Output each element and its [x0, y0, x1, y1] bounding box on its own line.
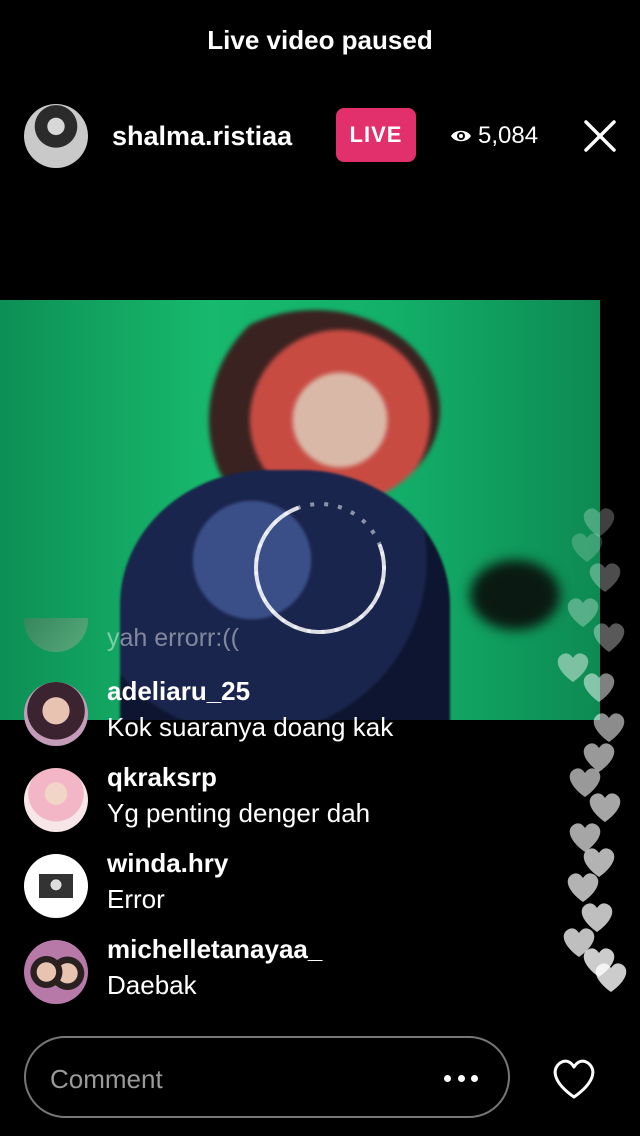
comment-item: qkraksrp Yg penting denger dah — [0, 762, 560, 842]
comment-text: Kok suaranya doang kak — [107, 712, 394, 742]
more-dot — [457, 1074, 465, 1082]
comment-username[interactable]: qkraksrp — [107, 762, 217, 793]
faded-comment-text: yah errorr:(( — [107, 624, 239, 652]
status-banner: Live video paused — [0, 0, 640, 80]
close-icon[interactable] — [580, 116, 620, 156]
comment-text: Error — [107, 884, 165, 914]
host-avatar[interactable] — [24, 104, 88, 168]
more-dot — [471, 1074, 478, 1082]
viewer-count-value: 5,084 — [478, 122, 539, 149]
more-dot — [444, 1074, 451, 1082]
comment-item: winda.hry Error — [0, 848, 560, 928]
eye-icon — [451, 130, 471, 142]
heart-icon — [567, 873, 599, 902]
more-horizontal-icon[interactable] — [444, 1066, 478, 1090]
heart-icon — [589, 563, 621, 592]
comment-username[interactable]: adeliaru_25 — [107, 676, 250, 707]
heart-icon — [593, 623, 625, 652]
comment-text: Yg penting denger dah — [107, 798, 371, 828]
heart-icon — [571, 533, 603, 562]
faded-comment: yah errorr:(( — [0, 610, 560, 660]
comment-username[interactable]: winda.hry — [107, 848, 228, 879]
host-username[interactable]: shalma.ristiaa — [112, 100, 292, 172]
live-badge: LIVE — [336, 108, 416, 162]
comment-text: Daebak — [107, 970, 197, 1000]
comment-avatar[interactable] — [24, 682, 88, 746]
comment-item: adeliaru_25 Kok suaranya doang kak — [0, 676, 560, 756]
comment-item: michelletanayaa_ Daebak — [0, 934, 560, 1014]
heart-icon — [589, 793, 621, 822]
heart-icon — [583, 673, 615, 702]
live-header: shalma.ristiaa LIVE 5,084 — [0, 100, 640, 172]
comment-avatar[interactable] — [24, 768, 88, 832]
viewer-count[interactable]: 5,084 — [450, 100, 538, 172]
heart-icon — [593, 713, 625, 742]
comment-avatar — [24, 618, 88, 652]
comment-avatar[interactable] — [24, 940, 88, 1004]
comment-username[interactable]: michelletanayaa_ — [107, 934, 322, 965]
heart-icon[interactable] — [548, 1052, 600, 1104]
floating-hearts — [550, 500, 640, 1000]
comment-input[interactable] — [48, 1056, 432, 1102]
heart-icon — [595, 963, 627, 992]
comment-composer[interactable] — [24, 1036, 510, 1118]
comment-avatar[interactable] — [24, 854, 88, 918]
status-text: Live video paused — [207, 24, 433, 55]
